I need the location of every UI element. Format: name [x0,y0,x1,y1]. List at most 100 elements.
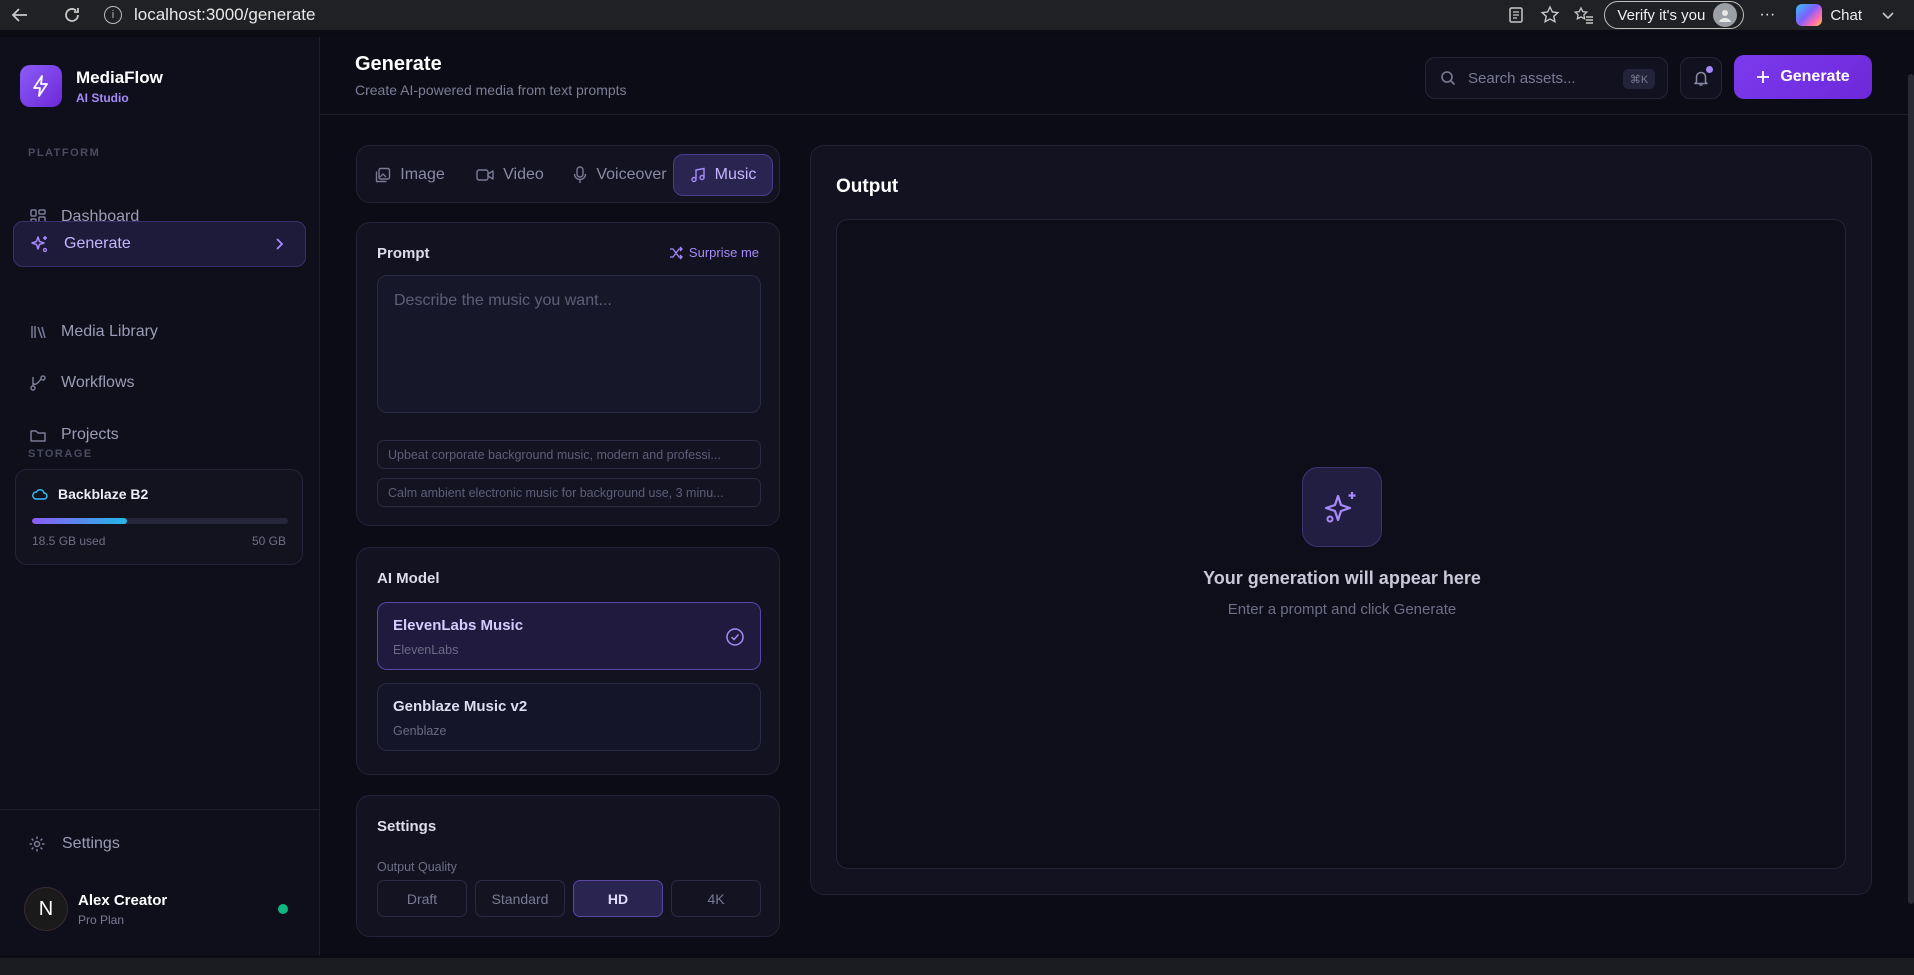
user-name: Alex Creator [78,891,168,909]
chat-button[interactable]: Chat [1790,4,1868,26]
header-generate-button[interactable]: Generate [1734,55,1872,99]
favorite-star-icon[interactable] [1536,1,1564,29]
storage-total: 50 GB [251,534,286,548]
verify-profile-button[interactable]: Verify it's you [1604,1,1745,29]
profile-avatar-icon [1713,3,1738,27]
reader-icon[interactable] [1502,1,1530,29]
output-canvas: Your generation will appear here Enter a… [836,219,1846,869]
mic-icon [574,166,587,183]
browser-toolbar: i localhost:3000/generate Verify it's yo… [0,0,1914,30]
model-option-elevenlabs-music[interactable]: ElevenLabs Music ElevenLabs [377,602,761,670]
avatar: N [24,887,68,931]
search-shortcut: ⌘K [1623,69,1655,89]
reload-icon[interactable] [58,1,86,29]
prompt-title: Prompt [377,245,430,262]
prompt-panel: Prompt Surprise me Describe the music yo… [356,222,780,526]
plus-icon [1757,71,1770,83]
tab-music[interactable]: Music [673,154,773,196]
sidebar-item-media-library[interactable]: Media Library [13,309,306,355]
model-vendor: Genblaze [393,724,447,738]
ai-model-title: AI Model [377,570,440,587]
tab-label: Voiceover [596,166,667,183]
lightning-logo-icon [20,65,62,107]
tab-voiceover[interactable]: Voiceover [570,154,670,196]
model-name: ElevenLabs Music [393,617,524,634]
quality-option-4k[interactable]: 4K [671,880,761,917]
user-plan: Pro Plan [78,912,125,927]
search-input[interactable]: Search assets... ⌘K [1425,57,1668,99]
copilot-icon [1796,4,1823,26]
settings-label: Settings [62,835,120,852]
tab-label: Video [503,166,544,183]
check-circle-icon [726,628,744,646]
sidebar-divider [0,809,320,810]
url-text: localhost:3000/generate [134,5,316,24]
brand-name: MediaFlow [76,67,163,87]
settings-title: Settings [377,818,437,835]
image-icon [376,167,391,183]
brand[interactable]: MediaFlow AI Studio [20,65,163,107]
page-header: Generate Create AI-powered media from te… [320,37,1914,115]
surprise-me-label: Surprise me [688,245,759,260]
prompt-textarea[interactable]: Describe the music you want... [377,275,761,413]
surprise-me-button[interactable]: Surprise me [669,245,759,260]
quality-option-hd[interactable]: HD [573,880,663,917]
folder-icon [30,430,46,442]
generate-label: Generate [1780,68,1850,85]
page-scrollbar[interactable] [1908,74,1914,904]
media-type-tabs: Image Video Voiceover Music [356,145,780,203]
sidebar-item-generate[interactable]: Generate [13,221,306,267]
storage-used: 18.5 GB used [32,534,106,548]
model-option-genblaze-music-v2[interactable]: Genblaze Music v2 Genblaze [377,683,761,751]
quality-option-standard[interactable]: Standard [475,880,565,917]
site-info-icon[interactable]: i [104,6,122,24]
empty-state-subtitle: Enter a prompt and click Generate [1227,601,1457,618]
model-vendor: ElevenLabs [393,643,459,657]
chat-label: Chat [1830,6,1862,24]
address-bar[interactable]: i localhost:3000/generate [90,1,1490,29]
prompt-suggestion-chip[interactable]: Upbeat corporate background music, moder… [377,440,761,469]
window-chevron-icon[interactable] [1874,1,1902,29]
sidebar-item-label: Projects [61,426,119,443]
chevron-right-icon [276,238,284,250]
empty-state-title: Your generation will appear here [1203,568,1481,588]
sidebar: MediaFlow AI Studio PLATFORM Dashboard G… [0,37,320,955]
settings-panel: Settings Output Quality Draft Standard H… [356,795,780,937]
prompt-suggestion-chip[interactable]: Calm ambient electronic music for backgr… [377,478,761,507]
search-icon [1441,71,1456,86]
output-quality-label: Output Quality [377,860,457,874]
tab-video[interactable]: Video [475,154,545,196]
sidebar-item-label: Media Library [61,323,158,340]
favorites-list-icon[interactable] [1570,1,1598,29]
notification-dot [1706,66,1713,73]
tab-image[interactable]: Image [373,154,447,196]
shuffle-icon [669,246,683,259]
user-profile[interactable]: N Alex Creator Pro Plan [24,886,296,932]
page-title: Generate [355,53,442,75]
storage-card[interactable]: Backblaze B2 18.5 GB used 50 GB [15,469,303,565]
platform-section-label: PLATFORM [28,147,101,159]
gear-icon [29,836,45,852]
more-menu-icon[interactable]: ··· [1750,1,1784,29]
back-icon[interactable] [6,1,34,29]
ai-model-panel: AI Model ElevenLabs Music ElevenLabs Gen… [356,547,780,775]
output-title: Output [836,176,899,197]
os-taskbar [0,958,1914,975]
sidebar-item-label: Generate [64,235,131,252]
video-icon [476,169,494,181]
page-subtitle: Create AI-powered media from text prompt… [355,82,627,98]
sidebar-item-settings[interactable]: Settings [28,835,120,853]
tab-label: Music [714,166,757,183]
sidebar-item-workflows[interactable]: Workflows [13,360,306,406]
model-name: Genblaze Music v2 [393,698,528,715]
sparkle-icon [31,236,48,253]
brand-subtitle: AI Studio [76,90,129,105]
storage-progress-bar [32,518,288,524]
tab-label: Image [400,166,445,183]
notifications-button[interactable] [1680,57,1722,99]
cloud-icon [32,489,48,500]
library-icon [31,326,46,339]
workflow-icon [30,375,46,391]
prompt-placeholder: Describe the music you want... [394,292,612,309]
quality-option-draft[interactable]: Draft [377,880,467,917]
